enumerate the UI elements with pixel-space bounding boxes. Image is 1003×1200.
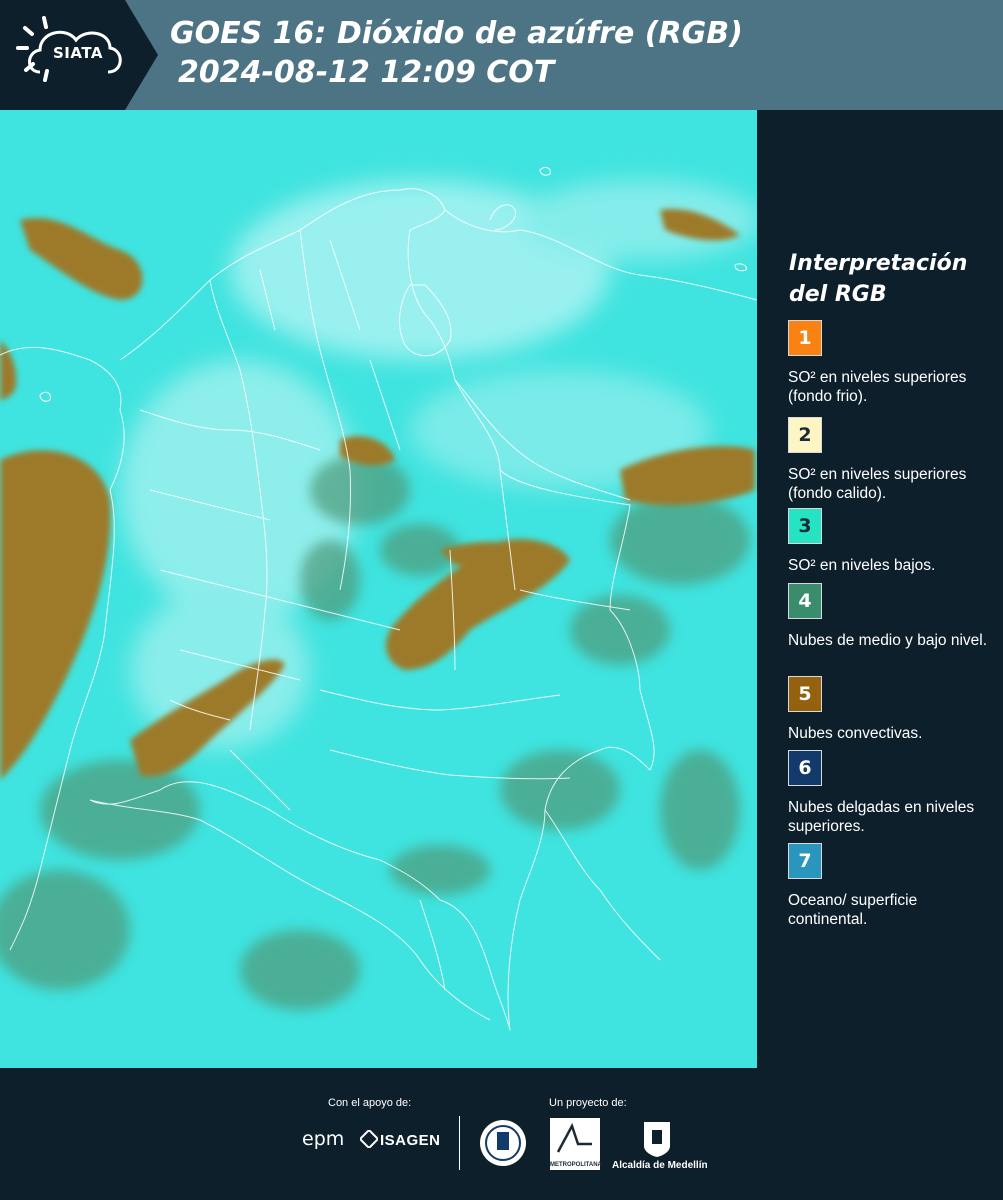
satellite-map[interactable]: [0, 110, 757, 1068]
isagen-icon: [360, 1130, 378, 1148]
legend-item-label: Oceano/ superficie continental.: [788, 892, 918, 928]
map-canvas: [0, 110, 757, 1068]
government-seal-icon[interactable]: [478, 1118, 528, 1168]
timestamp: 2024-08-12 12:09 COT: [178, 55, 555, 90]
siata-logo[interactable]: SIATA: [0, 0, 158, 110]
epm-logo[interactable]: epm: [302, 1128, 344, 1150]
legend-item-7: 7 Oceano/ superficie continental.: [788, 843, 993, 929]
legend-item-label: SO² en niveles bajos.: [788, 557, 936, 574]
legend-swatch: 6: [788, 750, 822, 786]
legend-panel: Interpretación del RGB 1 SO² en niveles …: [757, 110, 1003, 1068]
legend-item-5: 5 Nubes convectivas.: [788, 676, 993, 743]
legend-swatch: 2: [788, 417, 822, 453]
area-logo-text: METROPOLITANA: [550, 1162, 602, 1168]
legend-item-label: Nubes delgadas en niveles superiores.: [788, 799, 975, 835]
isagen-logo[interactable]: ISAGEN: [380, 1132, 441, 1149]
legend-item-1: 1 SO² en niveles superiores (fondo frio)…: [788, 320, 993, 406]
legend-swatch: 3: [788, 508, 822, 544]
area-logo-icon: [556, 1122, 592, 1153]
siata-logo-text: SIATA: [52, 44, 103, 62]
legend-item-6: 6 Nubes delgadas en niveles superiores.: [788, 750, 993, 836]
page-title: GOES 16: Dióxido de azúfre (RGB): [170, 16, 743, 51]
legend-swatch: 1: [788, 320, 822, 356]
legend-item-3: 3 SO² en niveles bajos.: [788, 508, 993, 575]
legend-swatch: 4: [788, 583, 822, 619]
footer-bar: Con el apoyo de: Un proyecto de: epm ISA…: [0, 1068, 1003, 1200]
support-label: Con el apoyo de:: [328, 1097, 412, 1109]
legend-item-4: 4 Nubes de medio y bajo nivel.: [788, 583, 993, 650]
header-bar: SIATA GOES 16: Dióxido de azúfre (RGB) 2…: [0, 0, 1003, 110]
project-label: Un proyecto de:: [549, 1097, 627, 1109]
legend-item-2: 2 SO² en niveles superiores (fondo calid…: [788, 417, 993, 503]
legend-item-label: SO² en niveles superiores (fondo calido)…: [788, 466, 967, 502]
legend-swatch: 5: [788, 676, 822, 712]
legend-item-label: Nubes convectivas.: [788, 725, 923, 742]
medellin-shield-icon[interactable]: [642, 1120, 672, 1158]
legend-item-label: SO² en niveles superiores (fondo frio).: [788, 369, 967, 405]
footer-divider: [459, 1116, 460, 1170]
legend-item-label: Nubes de medio y bajo nivel.: [788, 632, 988, 649]
medellin-logo-text: Alcaldía de Medellín: [612, 1160, 708, 1171]
legend-swatch: 7: [788, 843, 822, 879]
legend-title: Interpretación del RGB: [789, 251, 968, 307]
